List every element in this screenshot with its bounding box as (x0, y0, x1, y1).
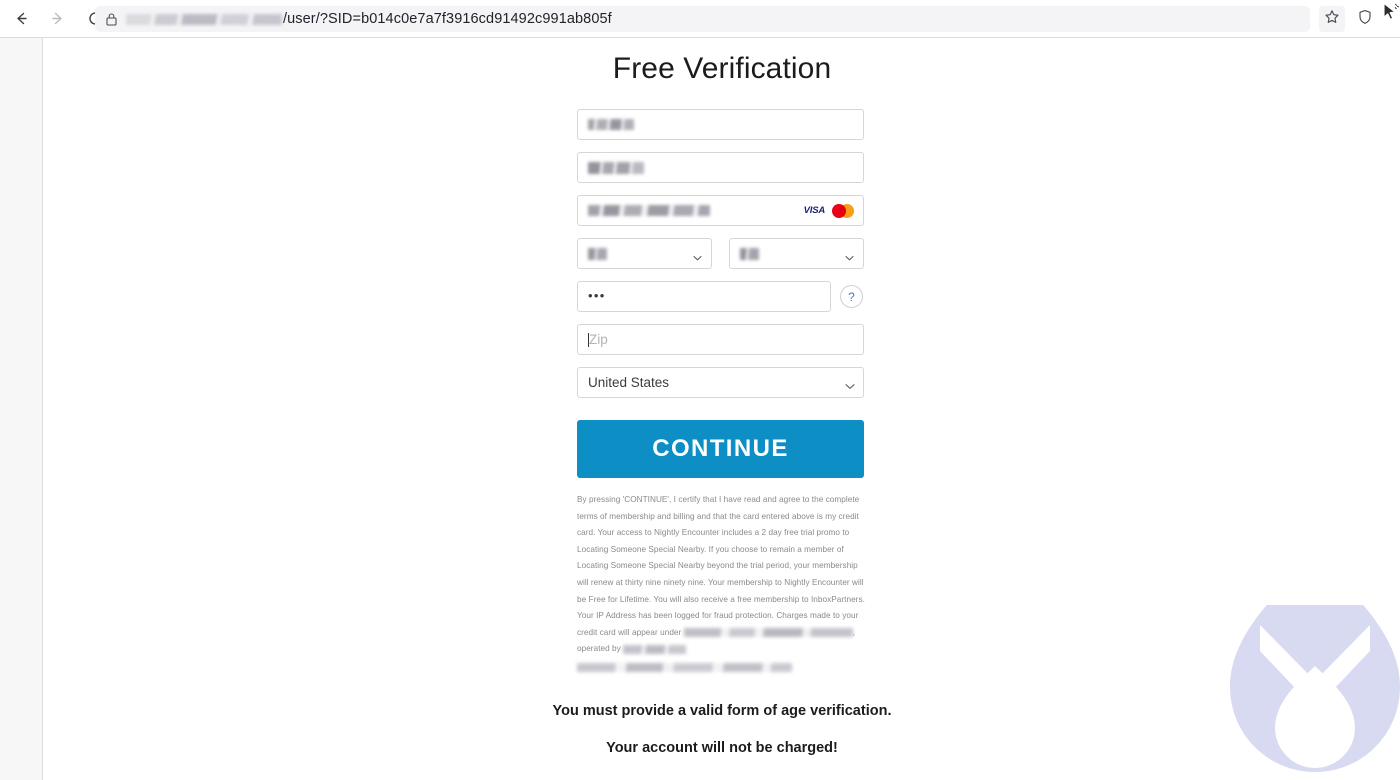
expiry-year-select[interactable] (729, 238, 864, 269)
page-left-gutter (0, 38, 43, 780)
chevron-down-icon (845, 249, 854, 260)
page-title: Free Verification (612, 52, 832, 85)
page-content: Free Verification VISA ••• ? Zip United … (44, 38, 1400, 780)
expiry-month-select[interactable] (577, 238, 712, 269)
card-brand-logos: VISA (803, 203, 854, 218)
chevron-down-icon (845, 378, 855, 389)
merchant-name-redacted (683, 628, 853, 638)
address-bar[interactable]: /user/?SID=b014c0e7a7f3916cd91492c991ab8… (95, 6, 1310, 32)
verification-form: VISA ••• ? Zip United States CONTINUE By… (577, 109, 867, 675)
name-input[interactable] (577, 109, 864, 140)
browser-toolbar: /user/?SID=b014c0e7a7f3916cd91492c991ab8… (0, 0, 1400, 38)
zip-placeholder: Zip (589, 332, 608, 347)
mastercard-icon (832, 203, 854, 218)
name-value-redacted (588, 119, 634, 130)
card-number-value-redacted (588, 205, 710, 216)
mouse-cursor-icon (1382, 2, 1400, 29)
lock-icon (105, 12, 118, 26)
arrow-left-icon (13, 10, 30, 27)
arrow-right-icon (49, 10, 66, 27)
email-value-redacted (588, 161, 644, 174)
operator-name-redacted (623, 644, 687, 654)
email-input[interactable] (577, 152, 864, 183)
page-viewport: Free Verification VISA ••• ? Zip United … (0, 38, 1400, 780)
zip-input[interactable]: Zip (577, 324, 864, 355)
expiry-month-value-redacted (588, 247, 607, 260)
url-path-text: /user/?SID=b014c0e7a7f3916cd91492c991ab8… (283, 11, 612, 27)
visa-icon: VISA (803, 205, 826, 216)
country-selected-value: United States (588, 375, 670, 390)
cvv-help-button[interactable]: ? (840, 285, 863, 308)
country-select[interactable]: United States (577, 367, 864, 398)
cvv-row: ••• ? (577, 281, 864, 312)
tracking-protection-button[interactable] (1352, 6, 1378, 32)
question-mark-icon: ? (848, 289, 855, 304)
legal-text-part1: By pressing 'CONTINUE', I certify that I… (577, 495, 865, 637)
url-domain-redacted (126, 13, 282, 25)
continue-button[interactable]: CONTINUE (577, 420, 864, 478)
forward-button[interactable] (42, 4, 72, 34)
support-phone-redacted (577, 662, 792, 672)
expiry-year-value-redacted (740, 247, 759, 260)
star-icon (1324, 9, 1340, 30)
bookmark-button[interactable] (1319, 6, 1345, 32)
legal-disclaimer: By pressing 'CONTINUE', I certify that I… (577, 492, 867, 675)
cvv-input[interactable]: ••• (577, 281, 831, 312)
back-button[interactable] (6, 4, 36, 34)
chevron-down-icon (693, 249, 702, 260)
shield-icon (1357, 9, 1373, 30)
no-charge-notice: Your account will not be charged! (606, 739, 838, 756)
expiry-row (577, 238, 864, 269)
cvv-masked-value: ••• (588, 288, 606, 303)
card-number-input[interactable]: VISA (577, 195, 864, 226)
age-verification-notice: You must provide a valid form of age ver… (552, 702, 892, 719)
